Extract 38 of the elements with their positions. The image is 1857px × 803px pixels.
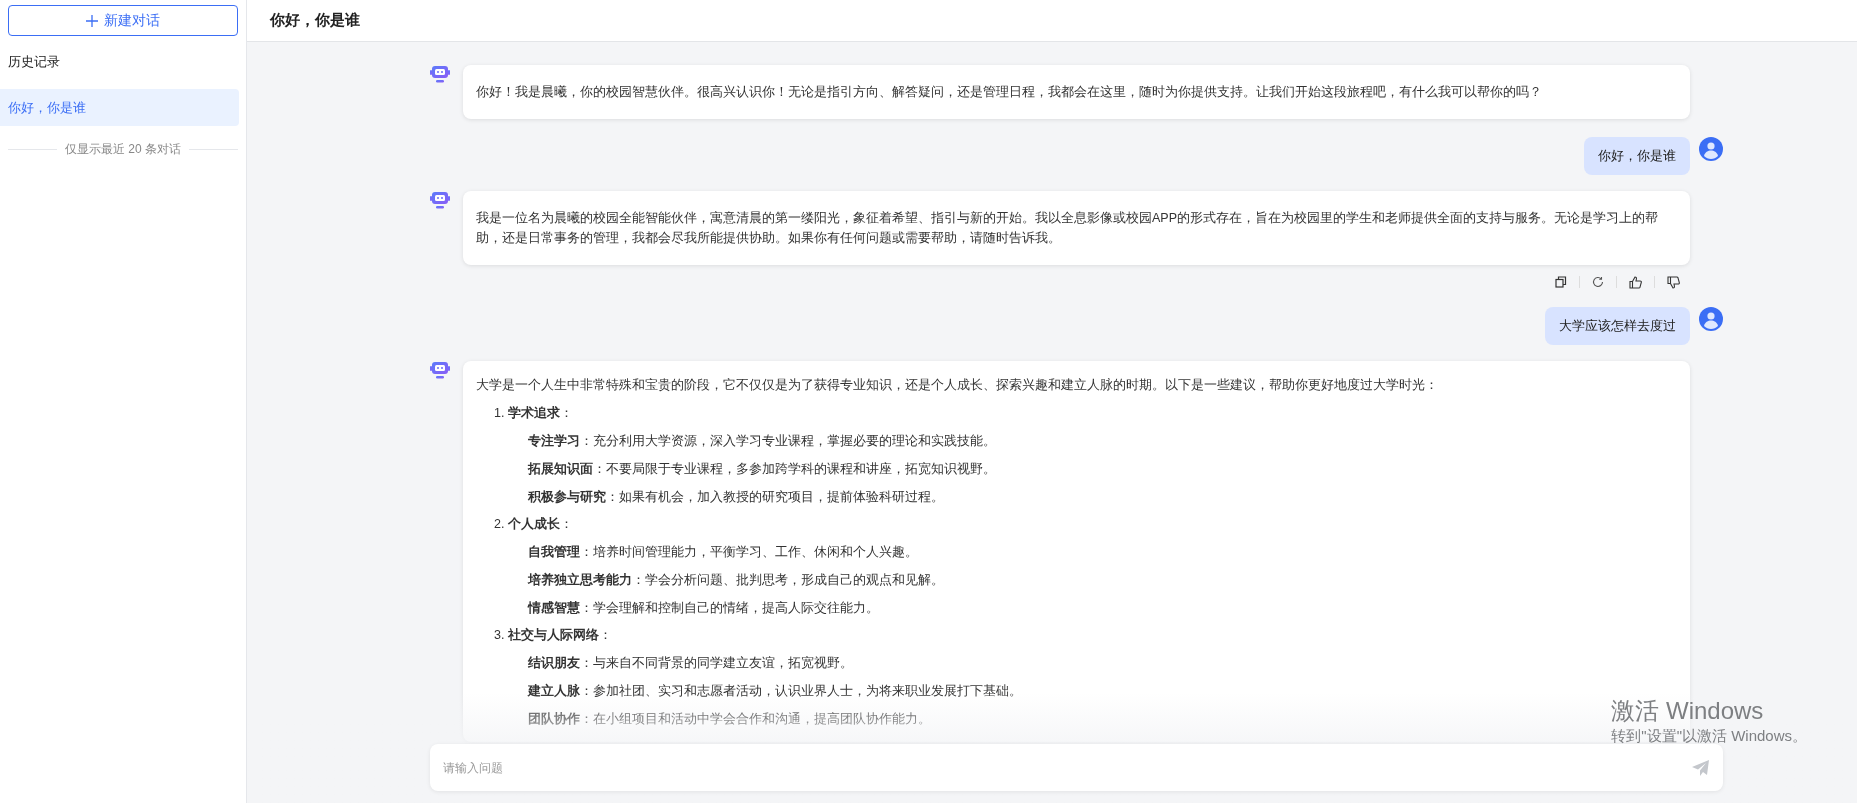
robot-icon (430, 191, 450, 209)
activation-notice-title: 激活 Windows (1611, 696, 1765, 726)
user-avatar-icon (1699, 137, 1723, 161)
history-item[interactable]: 你好，你是谁 (0, 89, 239, 126)
bot-message: 你好！我是晨曦，你的校园智慧伙伴。很高兴认识你！无论是指引方向、解答疑问，还是管理日程，我都会在这里，随时为你提供支持。让我们开始这段旅程吧，有什么我可以帮你的吗？ (476, 84, 1543, 101)
list-item: 拓展知识面：不要局限于专业课程，多参加跨学科的课程和讲座，拓宽知识视野。 (528, 461, 996, 478)
copy-icon[interactable] (1555, 276, 1567, 288)
list-item: 结识朋友：与来自不同背景的同学建立友谊，拓宽视野。 (528, 655, 853, 672)
history-note: 仅显示最近 20 条对话 (65, 141, 181, 158)
list-item: 培养独立思考能力：学会分析问题、批判思考，形成自己的观点和见解。 (528, 571, 944, 589)
list-number: 2. (494, 516, 505, 533)
plus-icon (86, 14, 98, 27)
user-message: 大学应该怎样去度过 (1545, 307, 1690, 345)
thumbs-up-icon[interactable] (1629, 275, 1642, 289)
activation-notice-text: 转到"设置"以激活 Windows。 (1611, 726, 1807, 746)
list-item: 自我管理：培养时间管理能力，平衡学习、工作、休闲和个人兴趣。 (528, 544, 918, 561)
list-item: 情感智慧：学会理解和控制自己的情绪，提高人际交往能力。 (528, 600, 879, 617)
new-chat-button[interactable]: 新建对话 (8, 5, 238, 36)
history-title: 历史记录 (7, 53, 61, 71)
chat-title: 你好，你是谁 (270, 10, 360, 31)
list-number: 3. (494, 627, 505, 644)
list-item: 建立人脉：参加社团、实习和志愿者活动，认识业界人士，为将来职业发展打下基础。 (528, 682, 1022, 700)
section-title: 个人成长： (508, 516, 574, 533)
bot-message: 大学是一个人生中非常特殊和宝贵的阶段，它不仅仅是为了获得专业知识，还是个人成长、探索兴趣和建立人脉的时期。以下是一些建议，帮助你更好地度过大学时光： (476, 377, 1439, 394)
list-number: 1. (494, 405, 505, 422)
section-title: 学术追求： (508, 405, 574, 422)
list-item: 团队协作：在小组项目和活动中学会合作和沟通，提高团队协作能力。 (528, 711, 931, 728)
section-title: 社交与人际网络： (508, 626, 613, 644)
list-item: 积极参与研究：如果有机会，加入教授的研究项目，提前体验科研过程。 (528, 489, 944, 506)
user-avatar-icon (1699, 307, 1723, 331)
robot-icon (430, 65, 450, 83)
bot-message: 我是一位名为晨曦的校园全能智能伙伴，寓意清晨的第一缕阳光，象征着希望、指引与新的开始。我以全息影像或校园APP的形式存在，旨在为校园里的学生和老师提供全面的支持与服务。无论是学习上的帮助，还是日常事务的管理，我都会尽我所能提供协助。如果你有任何问题或需要帮助，请随时告诉我。 (476, 210, 1659, 247)
list-item: 专注学习：充分利用大学资源，深入学习专业课程，掌握必要的理论和实践技能。 (528, 433, 996, 450)
robot-icon (430, 361, 450, 379)
refresh-icon[interactable] (1592, 276, 1604, 288)
thumbs-down-icon[interactable] (1667, 275, 1680, 289)
question-input[interactable]: 请输入问题 (430, 744, 1723, 791)
user-message: 你好，你是谁 (1584, 137, 1690, 175)
